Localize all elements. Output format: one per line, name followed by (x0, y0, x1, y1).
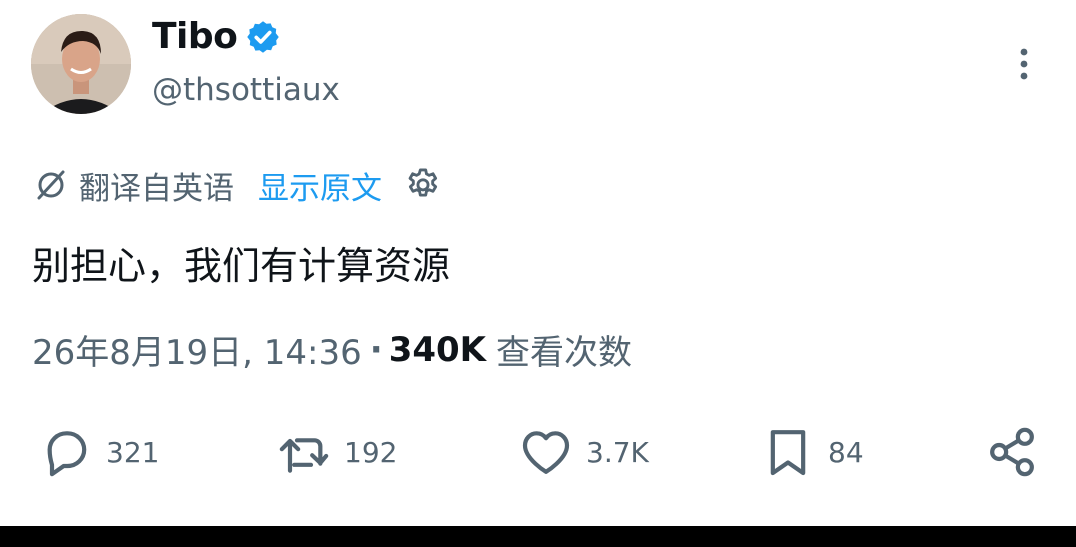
reply-icon (47, 431, 87, 477)
views-count: 340K (388, 329, 487, 370)
author-handle[interactable]: @thsottiaux (152, 72, 340, 108)
share-icon (990, 427, 1034, 477)
like-button[interactable]: 3.7K (518, 420, 649, 484)
repost-icon (279, 438, 329, 473)
reply-count: 321 (106, 435, 160, 469)
translate-icon (37, 170, 65, 200)
repost-count: 192 (344, 435, 398, 469)
bookmark-icon (770, 430, 806, 476)
verified-badge-icon (247, 20, 280, 53)
author-name[interactable]: Tibo (152, 16, 238, 57)
tweet-meta: 26年8月19日, 14:36 · 340K 查看次数 (32, 325, 632, 374)
avatar-image (31, 14, 131, 114)
translation-bar: 翻译自英语 显示原文 (33, 163, 442, 207)
show-original-link[interactable]: 显示原文 (258, 163, 382, 208)
bottom-edge (0, 526, 1076, 547)
bookmark-count: 84 (828, 435, 864, 469)
bookmark-button[interactable]: 84 (760, 420, 864, 484)
reply-button[interactable]: 321 (38, 420, 159, 484)
tweet-text: 别担心，我们有计算资源 (32, 244, 451, 288)
views-label: 查看次数 (496, 333, 633, 373)
tweet-timestamp[interactable]: 26年8月19日, 14:36 (32, 325, 362, 374)
action-bar: 321 192 3.7K 84 (0, 420, 1076, 484)
avatar[interactable] (31, 14, 131, 114)
repost-button[interactable]: 192 (276, 420, 397, 484)
heart-icon (522, 431, 570, 474)
meta-separator: · (369, 329, 383, 370)
more-options-icon[interactable] (1010, 44, 1038, 84)
share-button[interactable] (984, 420, 1040, 484)
author-name-row[interactable]: Tibo (152, 16, 281, 57)
gear-icon[interactable] (404, 166, 442, 204)
translated-from-label: 翻译自英语 (79, 170, 234, 207)
like-count: 3.7K (586, 435, 649, 469)
